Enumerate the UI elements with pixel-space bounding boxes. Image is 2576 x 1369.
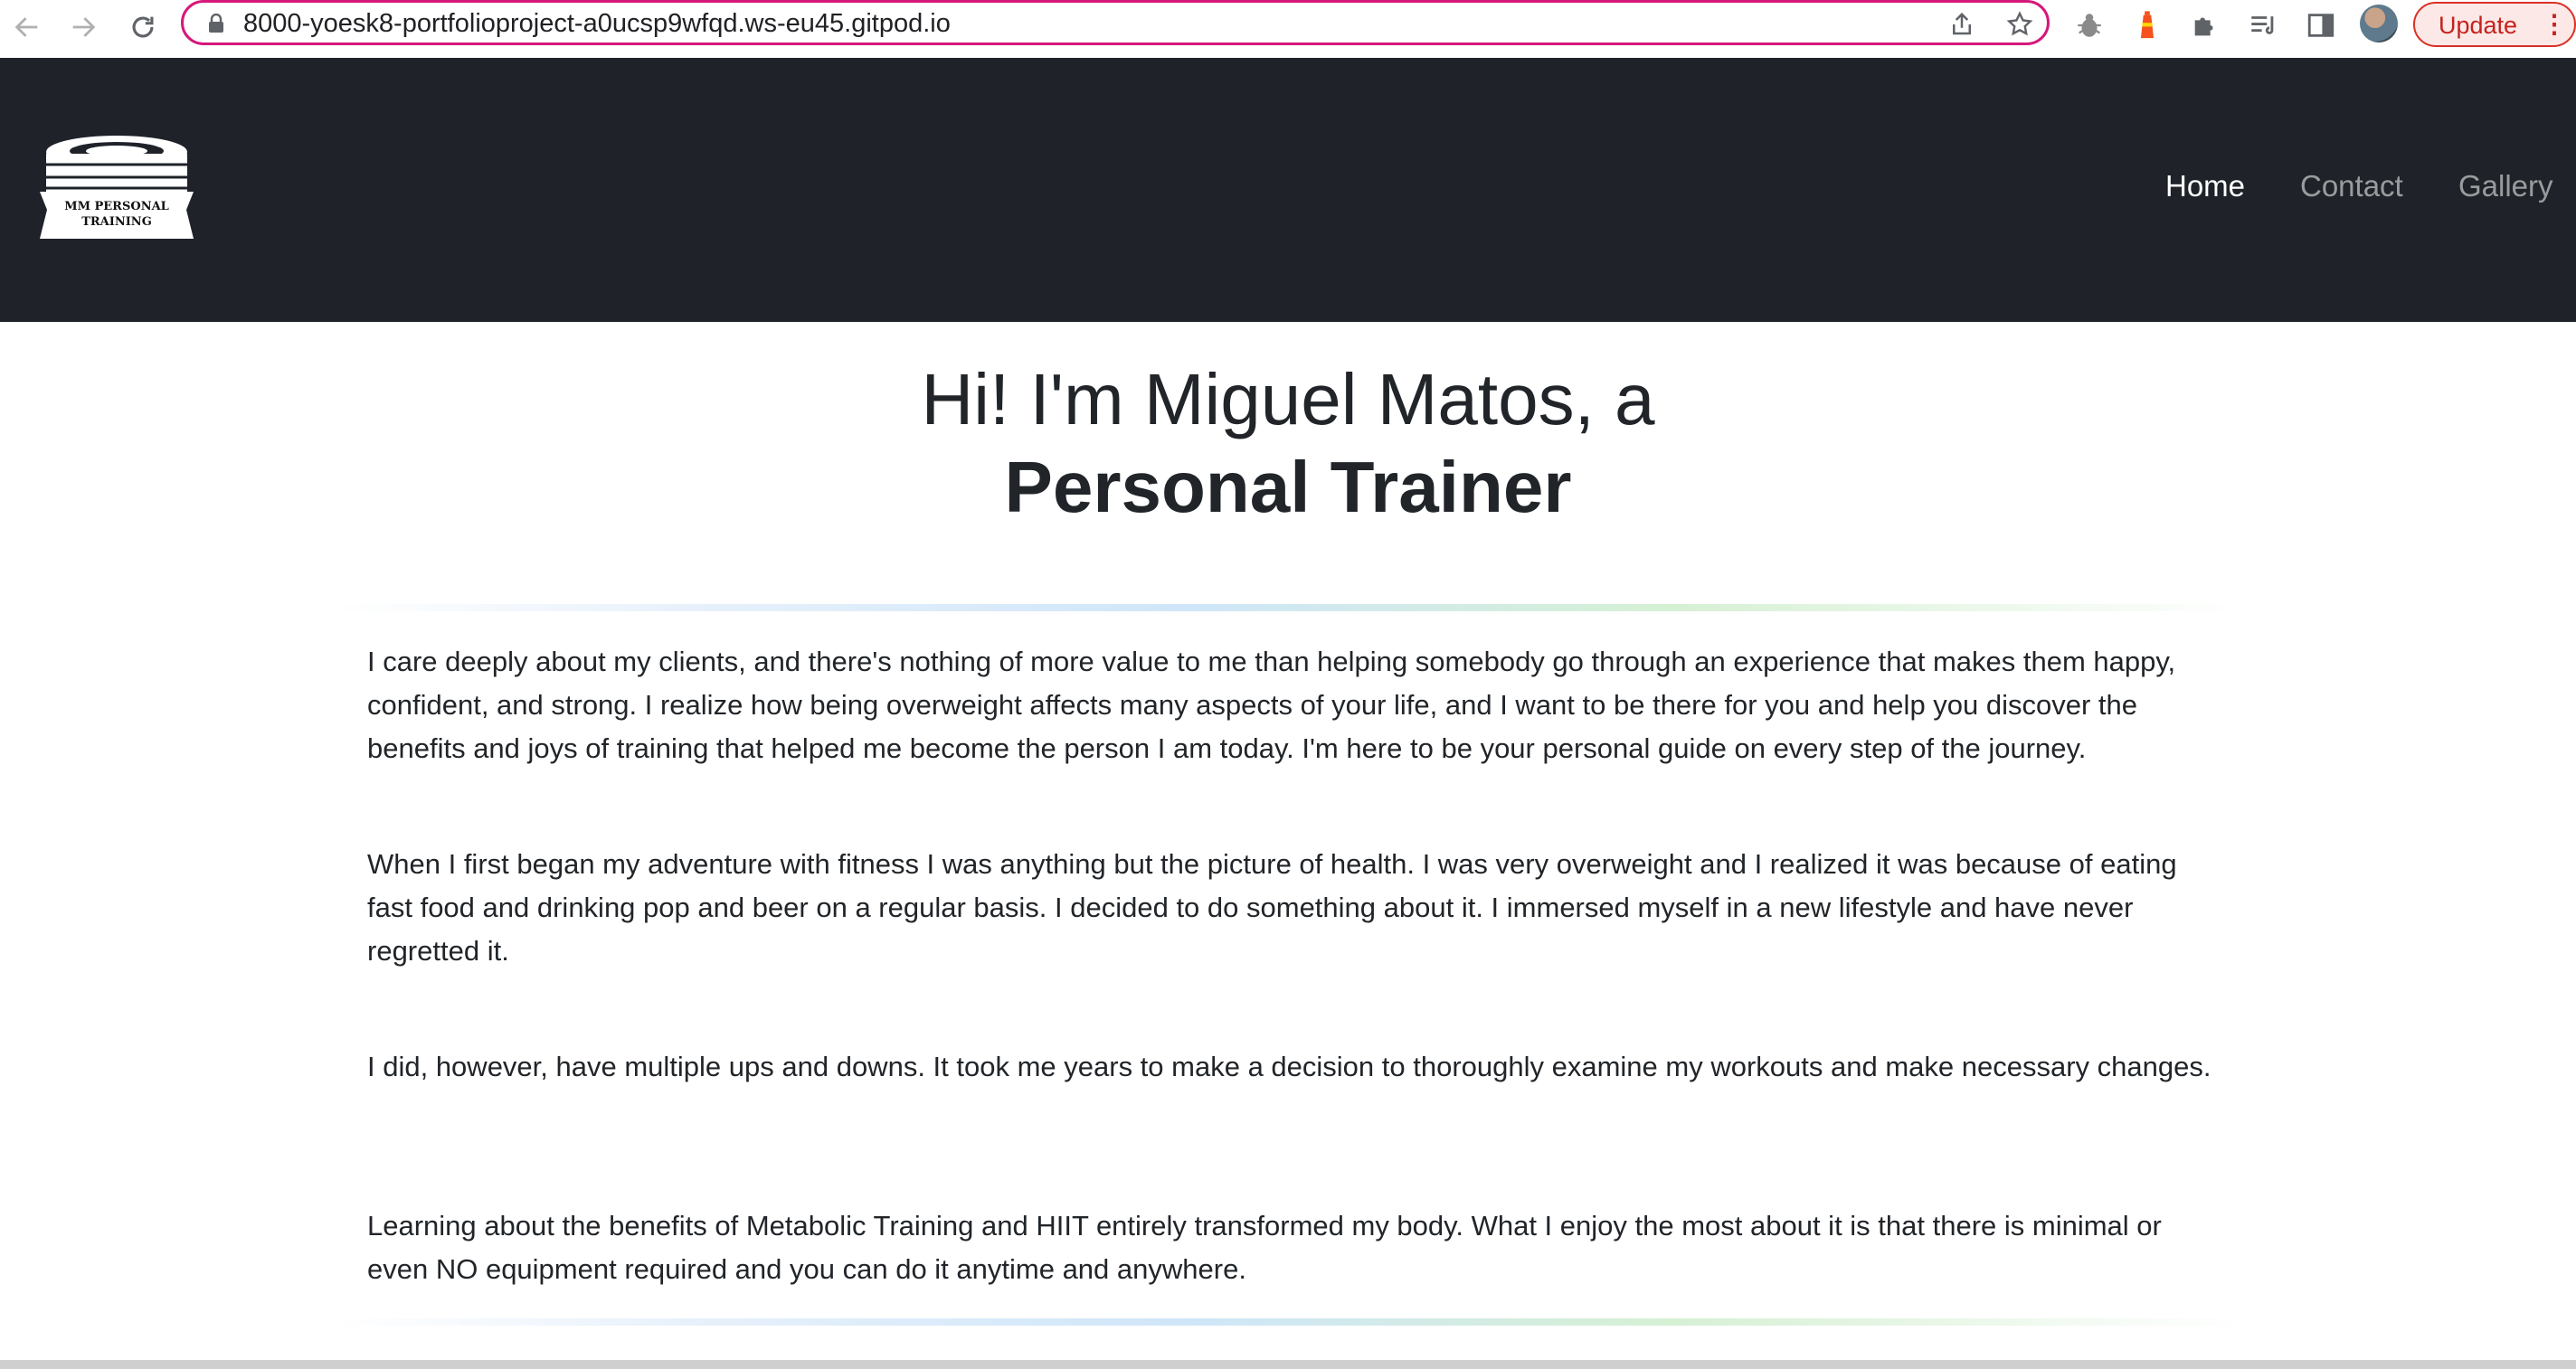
extensions-button[interactable] <box>2187 7 2223 43</box>
logo-text-line1: MM PERSONAL <box>64 200 169 213</box>
site-header: MM PERSONAL TRAINING Home Contact Galler… <box>0 58 2576 322</box>
about-text: Learning about the benefits of Metabolic… <box>367 1210 2162 1285</box>
about-text: I care deeply about my clients, and ther… <box>367 646 2176 764</box>
media-queue-icon <box>2251 16 2274 34</box>
lock-icon <box>209 14 223 33</box>
media-queue-button[interactable] <box>2245 7 2281 43</box>
bug-extension-button[interactable] <box>2071 7 2107 43</box>
share-icon <box>1953 12 1971 35</box>
browser-toolbar: 8000-yoesk8-portfolioproject-a0ucsp9wfqd… <box>0 0 2576 59</box>
lighthouse-extension-button[interactable] <box>2129 7 2165 43</box>
update-label: Update <box>2439 12 2518 39</box>
hero-title: Personal Trainer <box>1004 447 1572 527</box>
about-paragraph-2: When I first began my adventure with fit… <box>367 843 2218 973</box>
about-paragraph-1: I care deeply about my clients, and ther… <box>367 640 2218 770</box>
profile-avatar[interactable] <box>2360 5 2398 42</box>
nav-home[interactable]: Home <box>2165 169 2245 203</box>
horizontal-scrollbar[interactable] <box>0 1360 2576 1369</box>
share-button[interactable] <box>1946 8 1978 41</box>
kebab-menu-icon[interactable]: ⋮ <box>2542 9 2567 39</box>
back-button[interactable] <box>5 5 49 49</box>
hero-heading: Hi! I'm Miguel Matos, a Personal Trainer <box>0 354 2576 530</box>
about-text: I did, however, have multiple ups and do… <box>367 1051 2211 1082</box>
reload-button[interactable] <box>121 5 165 49</box>
forward-icon <box>72 17 96 37</box>
side-panel-button[interactable] <box>2303 7 2339 43</box>
about-paragraph-4: Learning about the benefits of Metabolic… <box>367 1204 2218 1291</box>
update-button[interactable]: Update ⋮ <box>2413 2 2576 47</box>
logo-text-line2: TRAINING <box>81 215 152 229</box>
hero-greeting: Hi! I'm Miguel Matos, a <box>921 359 1655 439</box>
puzzle-extension-icon <box>2194 17 2213 36</box>
reload-icon <box>132 16 154 38</box>
about-text: When I first began my adventure with fit… <box>367 848 2177 967</box>
bottom-divider <box>331 1318 2247 1326</box>
back-icon <box>14 17 38 37</box>
top-divider <box>331 604 2247 611</box>
address-bar[interactable]: 8000-yoesk8-portfolioproject-a0ucsp9wfqd… <box>181 0 2050 45</box>
url-text[interactable]: 8000-yoesk8-portfolioproject-a0ucsp9wfqd… <box>243 9 951 39</box>
logo-text: MM PERSONAL TRAINING <box>38 199 195 230</box>
nav-gallery[interactable]: Gallery <box>2458 169 2553 203</box>
forward-button[interactable] <box>62 5 105 49</box>
bug-extension-icon <box>2078 14 2101 37</box>
bookmark-star-icon <box>2006 11 2033 36</box>
about-paragraph-3: I did, however, have multiple ups and do… <box>367 1045 2218 1089</box>
side-panel-icon <box>2307 14 2334 37</box>
brand-logo[interactable]: MM PERSONAL TRAINING <box>38 132 195 244</box>
bookmark-button[interactable] <box>2003 8 2036 41</box>
lighthouse-extension-icon <box>2140 11 2155 39</box>
nav-contact[interactable]: Contact <box>2300 169 2403 203</box>
